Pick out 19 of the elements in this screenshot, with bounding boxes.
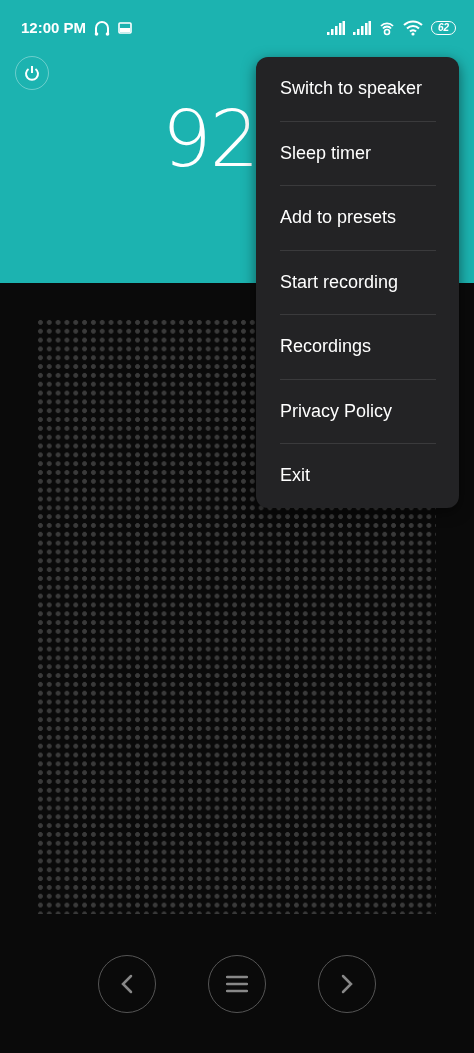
menu-item[interactable]: Sleep timer (256, 121, 459, 185)
signal-icon (326, 21, 345, 35)
menu-icon (226, 975, 248, 993)
hotspot-icon (378, 20, 395, 36)
card-icon (118, 22, 133, 34)
menu-item[interactable]: Exit (256, 444, 459, 508)
power-icon (24, 64, 40, 82)
chevron-right-icon (341, 974, 353, 994)
signal-icon (352, 21, 371, 35)
chevron-left-icon (121, 974, 133, 994)
menu-item[interactable]: Privacy Policy (256, 379, 459, 443)
frequency-display: 92 (162, 100, 258, 178)
menu-item[interactable]: Add to presets (256, 186, 459, 250)
menu-item[interactable]: Start recording (256, 250, 459, 314)
menu-item[interactable]: Recordings (256, 315, 459, 379)
status-time: 12:00 PM (21, 17, 87, 38)
headphones-icon (94, 19, 111, 37)
menu-item[interactable]: Switch to speaker (256, 57, 459, 121)
wifi-icon (402, 20, 423, 36)
